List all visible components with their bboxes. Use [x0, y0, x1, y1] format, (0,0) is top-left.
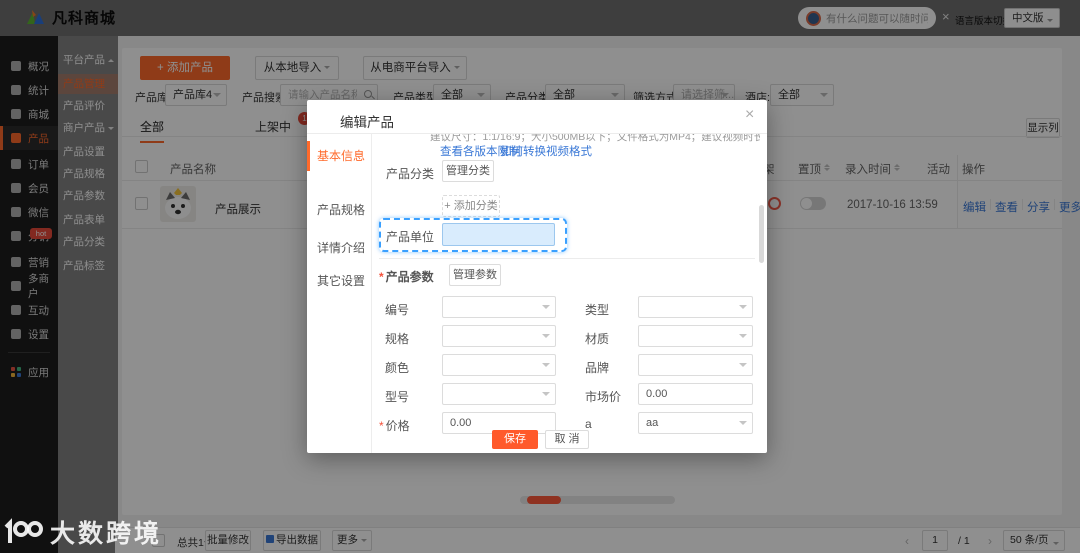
params-label: * 产品参数 — [379, 268, 434, 285]
save-button[interactable]: 保存 — [492, 430, 538, 449]
price-label-text: 价格 — [385, 419, 410, 433]
field-type-select[interactable] — [638, 296, 753, 318]
chevron-down-icon — [739, 334, 747, 342]
edit-product-modal: 编辑产品 × 基本信息 产品规格 详情介绍 其它设置 建议尺寸：1:1/16:9… — [307, 100, 767, 453]
section-divider — [379, 258, 755, 259]
field-model-select[interactable] — [442, 383, 556, 405]
watermark: 大数跨境 — [4, 514, 162, 550]
category-label: 产品分类 — [386, 167, 435, 181]
watermark-logo — [4, 518, 43, 543]
manage-category-button[interactable]: 管理分类 — [442, 160, 494, 182]
field-a-value: aa — [646, 417, 659, 429]
manage-params-button[interactable]: 管理参数 — [449, 264, 501, 286]
field-market-price-box[interactable] — [638, 383, 753, 405]
modal-tab-other-settings[interactable]: 其它设置 — [307, 266, 372, 296]
modal-scrollbar-thumb[interactable] — [759, 205, 764, 263]
required-mark: * — [379, 270, 384, 284]
video-hint-clipped: 建议尺寸：1:1/16:9；大小500MB以下；文件格式为MP4；建议视频时长在… — [430, 134, 760, 142]
field-a-label: a — [585, 417, 592, 431]
unit-input[interactable] — [443, 224, 554, 245]
chevron-down-icon — [542, 392, 550, 400]
params-label-text: 产品参数 — [385, 270, 434, 284]
add-category-button[interactable]: + 添加分类 — [442, 195, 500, 217]
market-price-input[interactable] — [639, 384, 752, 404]
modal-close-icon[interactable]: × — [745, 106, 754, 124]
unit-input-box[interactable] — [442, 223, 555, 246]
chevron-down-icon — [542, 305, 550, 313]
unit-label: 产品单位 — [386, 230, 435, 244]
chevron-down-icon — [542, 334, 550, 342]
field-a-select[interactable]: aa — [638, 412, 753, 434]
chevron-down-icon — [739, 363, 747, 371]
field-no-label: 编号 — [385, 303, 410, 317]
field-spec-select[interactable] — [442, 325, 556, 347]
modal-tab-basic-info[interactable]: 基本信息 — [307, 141, 372, 171]
modal-tab-product-spec[interactable]: 产品规格 — [307, 195, 372, 225]
field-brand-select[interactable] — [638, 354, 753, 376]
field-model-label: 型号 — [385, 390, 410, 404]
modal-title: 编辑产品 — [340, 115, 394, 130]
modal-tab-list: 基本信息 产品规格 详情介绍 其它设置 — [307, 133, 372, 453]
field-material-select[interactable] — [638, 325, 753, 347]
field-market-price-label: 市场价 — [585, 390, 622, 404]
chevron-down-icon — [542, 363, 550, 371]
required-mark: * — [379, 419, 384, 433]
field-type-label: 类型 — [585, 303, 610, 317]
field-price-label: * 价格 — [379, 417, 410, 434]
field-no-select[interactable] — [442, 296, 556, 318]
video-hint-text: 建议尺寸：1:1/16:9；大小500MB以下；文件格式为MP4；建议视频时长在… — [430, 134, 760, 142]
chevron-down-icon — [739, 421, 747, 429]
cancel-button[interactable]: 取 消 — [545, 430, 589, 449]
field-color-label: 颜色 — [385, 361, 410, 375]
field-color-select[interactable] — [442, 354, 556, 376]
chevron-down-icon — [739, 305, 747, 313]
field-spec-label: 规格 — [385, 332, 410, 346]
modal-tab-detail-intro[interactable]: 详情介绍 — [307, 233, 372, 263]
field-material-label: 材质 — [585, 332, 610, 346]
convert-video-link[interactable]: 如何转换视频格式 — [500, 143, 592, 159]
field-brand-label: 品牌 — [585, 361, 610, 375]
watermark-text: 大数跨境 — [50, 520, 163, 548]
